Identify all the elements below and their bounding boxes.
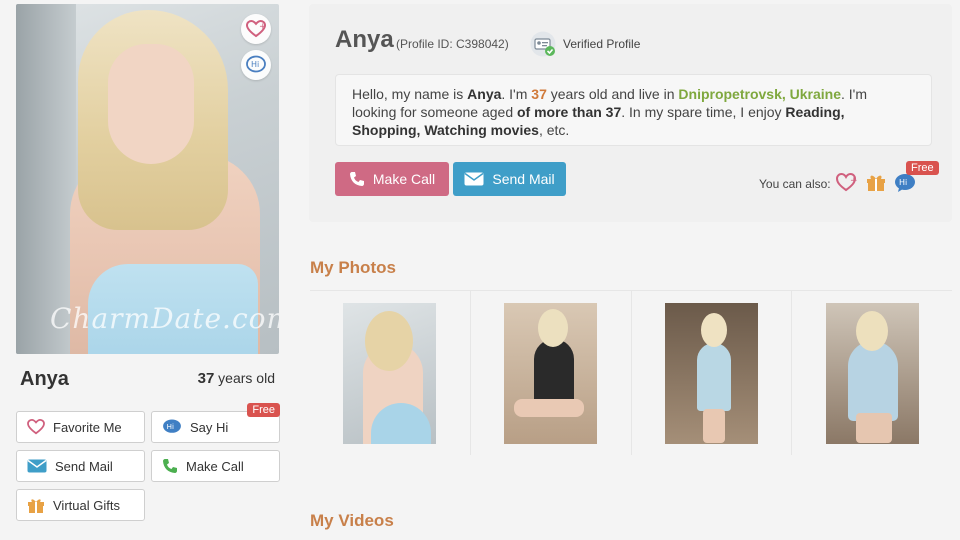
- send-mail-button[interactable]: Send Mail: [453, 162, 566, 196]
- say-hi-label: Say Hi: [190, 419, 229, 435]
- favorite-heart-icon[interactable]: +: [836, 171, 858, 193]
- make-call-side-button[interactable]: Make Call: [151, 450, 280, 482]
- say-hi-bubble-icon[interactable]: Hi: [241, 50, 271, 80]
- intro-age: 37: [531, 86, 547, 102]
- photo-thumbnail-1[interactable]: [343, 302, 437, 444]
- envelope-icon: [464, 172, 484, 186]
- intro-aged: of more than 37: [517, 104, 622, 120]
- photo-watermark: CharmDate.com: [50, 302, 279, 335]
- envelope-icon: [27, 459, 47, 473]
- photo-thumbnail-2[interactable]: [504, 302, 598, 444]
- free-badge: Free: [906, 161, 939, 175]
- intro-part: Hello, my name is: [352, 86, 468, 102]
- virtual-gifts-button[interactable]: Virtual Gifts: [16, 489, 145, 521]
- virtual-gifts-label: Virtual Gifts: [53, 497, 120, 513]
- make-call-button[interactable]: Make Call: [335, 162, 449, 196]
- phone-icon: [163, 459, 177, 473]
- my-photos-heading: My Photos: [310, 258, 396, 277]
- intro-part: years old and live in: [546, 86, 679, 102]
- profile-age: 37 years old: [198, 370, 275, 387]
- svg-text:Hi: Hi: [899, 178, 907, 187]
- heart-plus-icon: [27, 419, 45, 435]
- age-suffix: years old: [214, 370, 275, 386]
- svg-text:Hi: Hi: [167, 422, 174, 431]
- svg-text:+: +: [259, 22, 266, 32]
- intro-city: Dnipropetrovsk, Ukraine: [678, 86, 842, 102]
- photo-gallery: [310, 290, 952, 455]
- gift-icon[interactable]: [865, 171, 887, 193]
- favorite-me-label: Favorite Me: [53, 419, 122, 435]
- svg-text:+: +: [850, 176, 858, 186]
- gift-icon: [28, 499, 44, 513]
- photo-thumbnail-4[interactable]: [825, 302, 919, 444]
- send-mail-side-button[interactable]: Send Mail: [16, 450, 145, 482]
- make-call-label: Make Call: [372, 171, 436, 187]
- my-videos-heading: My Videos: [310, 511, 394, 530]
- hi-bubble-icon: Hi: [163, 419, 181, 433]
- verified-id-card-icon: [530, 31, 556, 57]
- you-can-also-label: You can also:: [759, 177, 831, 191]
- free-badge: Free: [247, 403, 280, 417]
- intro-part: . In my spare time, I enjoy: [621, 104, 786, 120]
- profile-id: (Profile ID: C398042): [396, 37, 509, 51]
- send-mail-side-label: Send Mail: [55, 458, 113, 474]
- favorite-me-button[interactable]: Favorite Me: [16, 411, 145, 443]
- profile-name: Anya: [335, 26, 394, 53]
- svg-text:Hi: Hi: [251, 60, 259, 69]
- photo-cell: [310, 291, 471, 455]
- phone-icon: [349, 172, 364, 186]
- photo-thumbnail-3[interactable]: [664, 302, 758, 444]
- photo-cell: [792, 291, 952, 455]
- verified-profile-label: Verified Profile: [563, 37, 641, 51]
- say-hi-button[interactable]: Hi Say Hi Free: [151, 403, 280, 443]
- send-mail-label: Send Mail: [492, 171, 555, 187]
- profile-name-left: Anya: [20, 368, 69, 390]
- intro-text: Hello, my name is Anya. I'm 37 years old…: [335, 74, 932, 146]
- favorite-heart-icon[interactable]: +: [241, 14, 271, 44]
- main-profile-photo[interactable]: CharmDate.com + Hi: [16, 4, 279, 354]
- intro-part: , etc.: [538, 122, 570, 138]
- age-number: 37: [197, 370, 215, 387]
- photo-cell: [471, 291, 632, 455]
- photo-face: [108, 44, 194, 164]
- make-call-side-label: Make Call: [186, 458, 244, 474]
- intro-part: . I'm: [501, 86, 532, 102]
- intro-name: Anya: [467, 86, 502, 102]
- photo-cell: [632, 291, 793, 455]
